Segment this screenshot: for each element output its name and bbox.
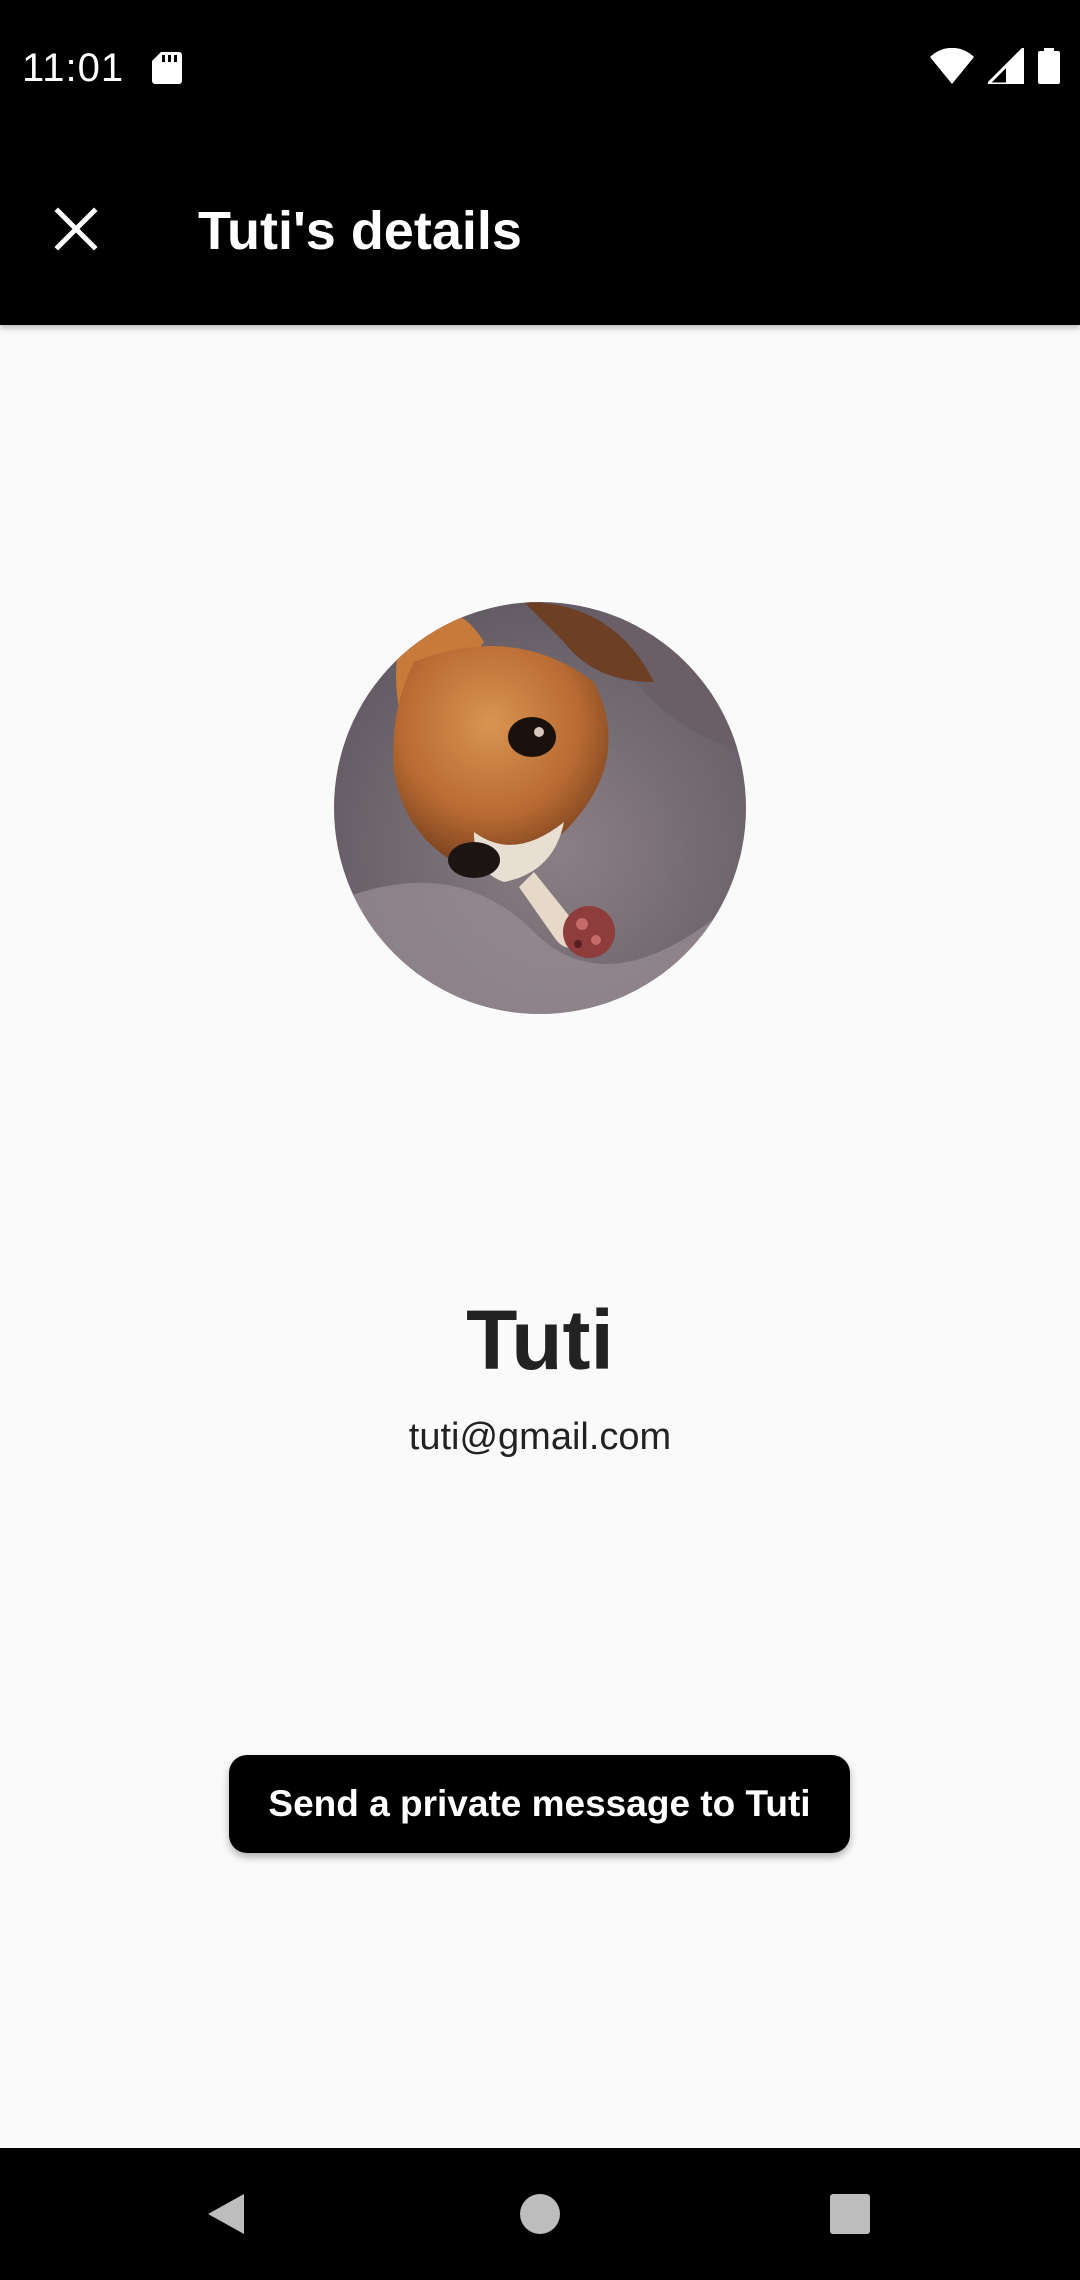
profile-email: tuti@gmail.com	[408, 1416, 672, 1458]
page-title: Tuti's details	[198, 201, 522, 261]
close-icon	[54, 206, 98, 256]
navigation-bar	[0, 2148, 1080, 2280]
status-icons	[930, 44, 1060, 89]
profile-avatar	[334, 602, 746, 1014]
send-private-message-button[interactable]: Send a private message to Tuti	[229, 1755, 850, 1853]
recents-icon	[829, 2193, 871, 2240]
recents-button[interactable]	[810, 2176, 890, 2256]
status-bar: 11:01	[0, 0, 1080, 135]
home-icon	[519, 2193, 561, 2240]
app-bar: Tuti's details	[0, 135, 1080, 325]
cell-signal-icon	[984, 44, 1026, 89]
back-button[interactable]	[186, 2176, 266, 2256]
back-icon	[206, 2192, 246, 2241]
profile-name: Tuti	[466, 1293, 614, 1387]
wifi-icon	[930, 47, 974, 89]
close-button[interactable]	[40, 195, 112, 267]
status-time: 11:01	[22, 46, 125, 90]
battery-icon	[1038, 48, 1060, 89]
sd-card-icon	[152, 52, 182, 84]
home-button[interactable]	[500, 2176, 580, 2256]
